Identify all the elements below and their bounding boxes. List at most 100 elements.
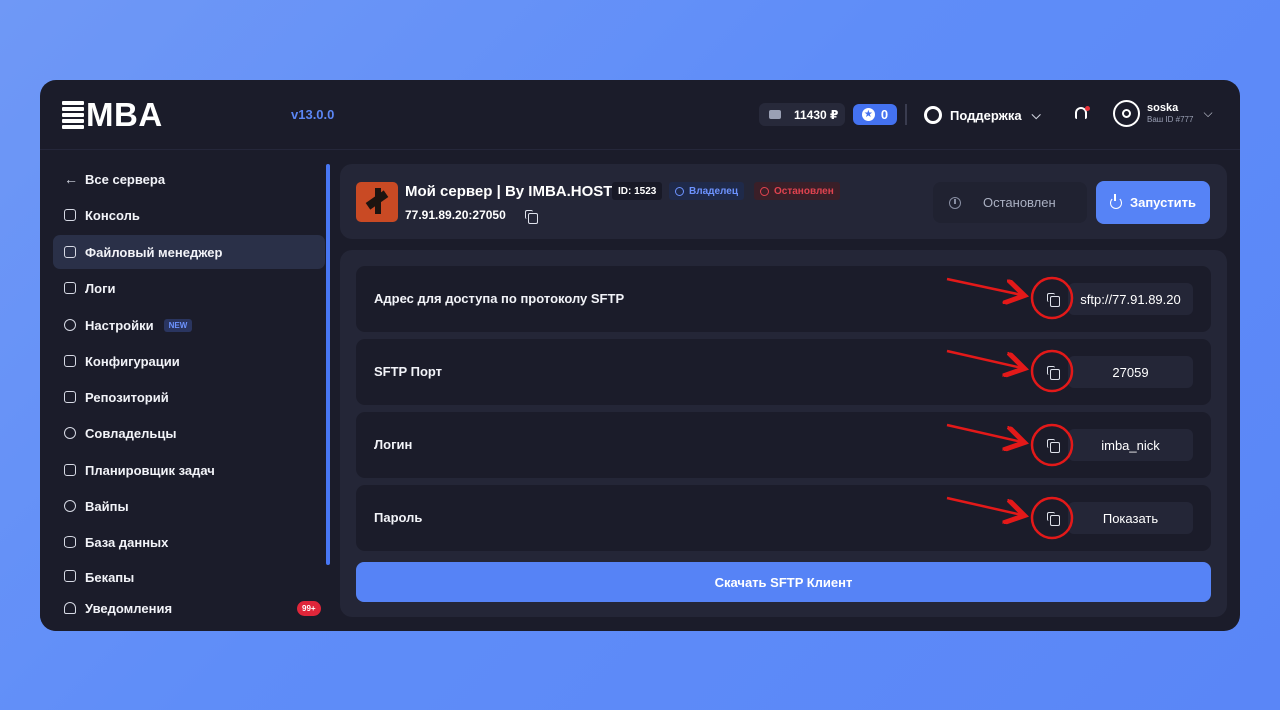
copy-icon [1047, 512, 1060, 526]
stopped-icon [760, 186, 769, 196]
user-id: Ваш ID #777 [1147, 114, 1194, 124]
database-icon [64, 536, 76, 548]
avatar [1113, 100, 1140, 127]
sidebar-item-label: Все сервера [85, 171, 166, 187]
sidebar-item-label: Уведомления [85, 600, 173, 616]
chevron-down-icon: ⌵ [1031, 107, 1041, 122]
edit-icon [64, 355, 76, 367]
gear-icon [64, 319, 76, 331]
copy-button[interactable] [1043, 362, 1063, 382]
sftp-row-label: SFTP Порт [374, 364, 443, 379]
sftp-row-password: Пароль Показать [356, 485, 1211, 551]
owner-tag-label: Владелец [689, 185, 738, 197]
sidebar-item-scheduler[interactable]: Планировщик задач [53, 453, 325, 487]
sidebar-item-wipes[interactable]: Вайпы [53, 489, 325, 523]
chevron-down-icon: ⌵ [1203, 106, 1213, 120]
sidebar-item-label: Бекапы [85, 570, 135, 585]
copy-button[interactable] [1043, 289, 1063, 309]
app-window: MBA v13.0.0 11430 ₽ ★ 0 Поддержка ⌵ sosk… [40, 80, 1240, 631]
star-icon: ★ [861, 108, 875, 121]
clock-icon [949, 196, 961, 209]
users-icon [675, 186, 684, 196]
copy-icon [1047, 439, 1060, 453]
users-icon [64, 427, 76, 439]
copy-icon [1047, 366, 1060, 380]
sidebar-item-configs[interactable]: Конфигурации [53, 344, 325, 378]
start-button[interactable]: Запустить [1096, 181, 1210, 224]
sidebar-item-co-owners[interactable]: Совладельцы [53, 416, 325, 450]
sidebar-item-console[interactable]: Консоль [53, 198, 325, 232]
sidebar-item-label: Файловый менеджер [85, 244, 223, 260]
server-card: Мой сервер | By IMBA.HOST ID: 1523 Владе… [340, 164, 1227, 239]
new-badge: NEW [163, 318, 193, 332]
backup-icon [64, 570, 76, 582]
sidebar-item-file-manager[interactable]: Файловый менеджер [53, 235, 325, 269]
sidebar-item-notifications[interactable]: Уведомления [53, 591, 325, 625]
sidebar-item-label: Консоль [85, 207, 140, 223]
top-header: MBA v13.0.0 11430 ₽ ★ 0 Поддержка ⌵ sosk… [40, 80, 1240, 150]
sidebar-item-settings[interactable]: Настройки NEW [53, 308, 325, 342]
sftp-row-label: Пароль [374, 510, 423, 525]
sidebar-scrollbar[interactable] [326, 164, 330, 565]
sidebar-item-label: Репозиторий [85, 389, 169, 405]
folder-icon [64, 246, 76, 258]
owner-tag: Владелец [669, 182, 744, 200]
support-label: Поддержка [950, 107, 1022, 123]
user-name: soska [1147, 101, 1179, 114]
status-tag-label: Остановлен [774, 185, 834, 197]
sidebar-item-backups[interactable]: Бекапы [53, 561, 325, 585]
sidebar-item-label: Планировщик задач [85, 462, 215, 478]
support-menu[interactable]: Поддержка ⌵ [924, 104, 1041, 126]
notification-dot [1085, 106, 1090, 111]
power-icon [1109, 193, 1122, 209]
sidebar-item-all-servers[interactable]: ← Все сервера [53, 162, 325, 196]
sftp-row-label: Логин [374, 437, 413, 452]
copy-icon[interactable] [525, 210, 538, 224]
server-title: Мой сервер | By IMBA.HOST [405, 183, 613, 200]
logo[interactable]: MBA [62, 96, 163, 133]
version-label: v13.0.0 [291, 107, 335, 122]
sftp-row-label: Адрес для доступа по протоколу SFTP [374, 291, 625, 306]
bell-icon [64, 602, 76, 614]
rust-game-icon [356, 182, 398, 222]
balance-badge[interactable]: 11430 ₽ [759, 103, 845, 126]
show-password-button[interactable]: Показать [1068, 502, 1193, 534]
sidebar-item-database[interactable]: База данных [53, 525, 325, 559]
stars-value: 0 [880, 107, 889, 122]
sftp-row-login: Логин imba_nick [356, 412, 1211, 478]
sftp-port-value[interactable]: 27059 [1068, 356, 1193, 388]
copy-button[interactable] [1043, 435, 1063, 455]
logo-text: MBA [86, 96, 163, 133]
balance-value: 11430 ₽ [794, 107, 839, 122]
server-ip: 77.91.89.20:27050 [405, 208, 506, 222]
sidebar-item-label: База данных [85, 534, 169, 550]
sidebar-item-label: Логи [85, 280, 116, 296]
sftp-login-value[interactable]: imba_nick [1068, 429, 1193, 461]
copy-button[interactable] [1043, 508, 1063, 528]
start-button-label: Запустить [1129, 195, 1197, 210]
wallet-icon [769, 110, 781, 119]
sidebar-item-repository[interactable]: Репозиторий [53, 380, 325, 414]
sftp-row-port: SFTP Порт 27059 [356, 339, 1211, 405]
wipe-icon [64, 500, 76, 512]
sidebar-item-logs[interactable]: Логи [53, 271, 325, 305]
copy-icon [1047, 293, 1060, 307]
sftp-row-address: Адрес для доступа по протоколу SFTP sftp… [356, 266, 1211, 332]
logo-icon [62, 101, 84, 129]
logs-icon [64, 282, 76, 294]
stars-badge[interactable]: ★ 0 [853, 104, 897, 125]
user-menu[interactable]: soska Ваш ID #777 ⌵ [1113, 100, 1213, 127]
download-sftp-client-button[interactable]: Скачать SFTP Клиент [356, 562, 1211, 602]
sidebar-item-label: Вайпы [85, 498, 129, 514]
sftp-address-value[interactable]: sftp://77.91.89.20 [1068, 283, 1193, 315]
repository-icon [64, 391, 76, 403]
bell-icon[interactable] [1074, 106, 1090, 122]
header-divider [905, 104, 907, 125]
notifications-count-badge: 99+ [297, 601, 321, 616]
sidebar-item-label: Совладельцы [85, 425, 177, 441]
status-tag: Остановлен [754, 182, 840, 200]
sidebar-item-label: Конфигурации [85, 353, 180, 369]
arrow-left-icon: ← [64, 171, 78, 187]
sftp-panel: Адрес для доступа по протоколу SFTP sftp… [340, 250, 1227, 617]
support-icon [924, 106, 942, 124]
